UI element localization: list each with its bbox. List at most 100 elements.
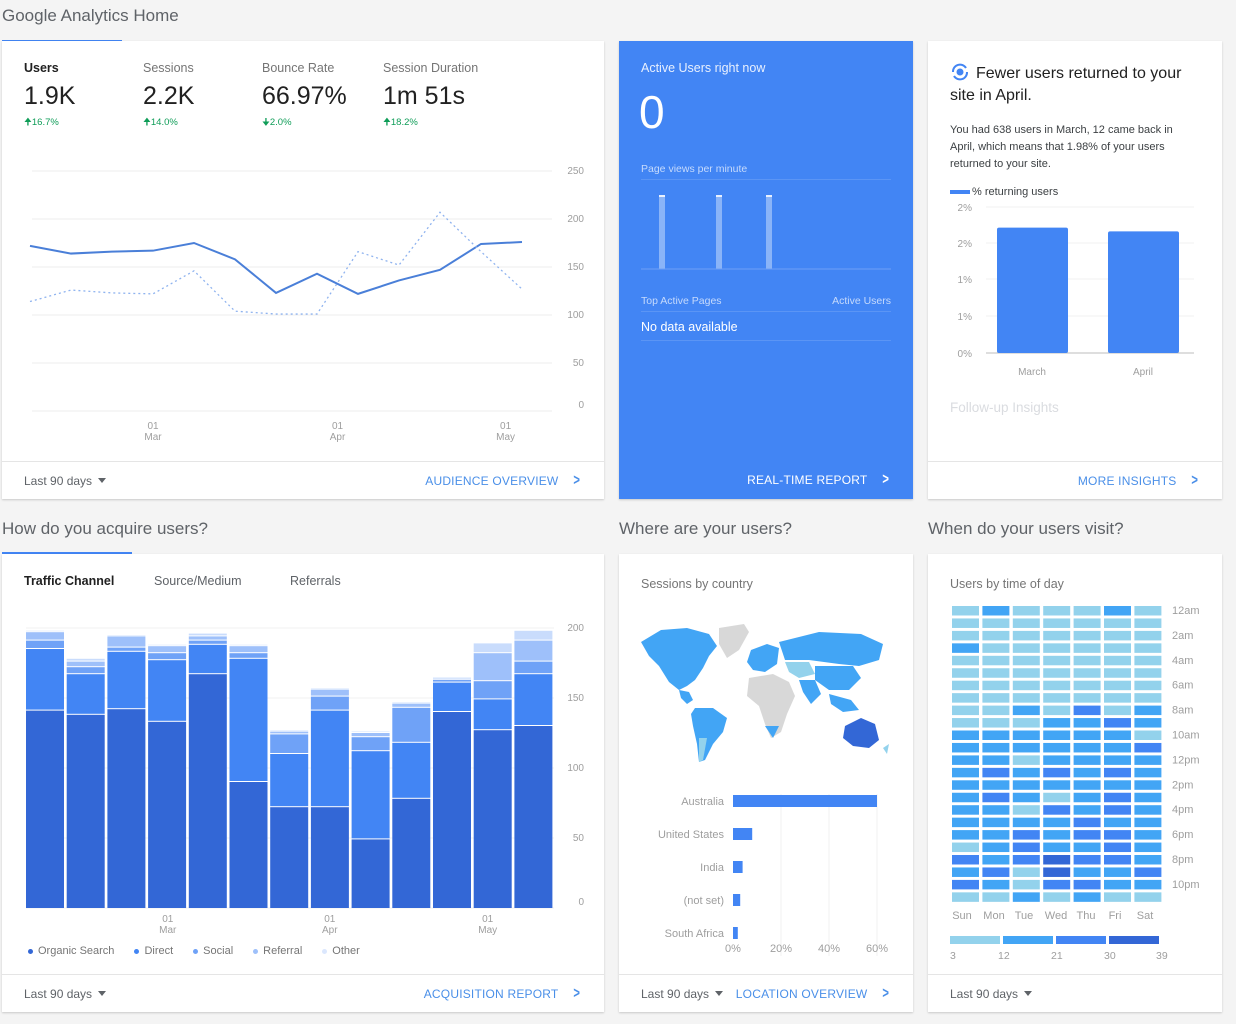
time-footer: Last 90 days bbox=[928, 974, 1222, 1012]
bar-segment-direct bbox=[473, 699, 512, 730]
heatmap-cell bbox=[1104, 755, 1131, 765]
heatmap-cell bbox=[952, 830, 979, 840]
scale-swatch bbox=[1003, 936, 1053, 944]
metric-users[interactable]: Users 1.9K 🠉16.7% bbox=[24, 61, 75, 131]
heatmap-cell bbox=[1012, 755, 1040, 765]
y-tick-label: 0 bbox=[578, 897, 584, 908]
heatmap-cell bbox=[1043, 606, 1071, 616]
hour-label: 12pm bbox=[1172, 754, 1200, 766]
heatmap-cell bbox=[1073, 792, 1101, 803]
heatmap-cell bbox=[1043, 618, 1071, 628]
bar-segment-organic-search bbox=[66, 714, 105, 908]
bar-segment-referral bbox=[188, 636, 227, 640]
heatmap-cell bbox=[1073, 643, 1101, 653]
heatmap-cell bbox=[982, 817, 1010, 828]
bar-segment-other bbox=[473, 643, 512, 653]
location-overview-link[interactable]: LOCATION OVERVIEW > bbox=[736, 985, 891, 1003]
heatmap-cell bbox=[982, 767, 1010, 778]
heatmap-cell bbox=[1043, 742, 1071, 753]
heatmap-cell bbox=[1012, 705, 1040, 716]
x-tick-month: May bbox=[496, 432, 515, 443]
bar-segment-referral bbox=[392, 703, 431, 707]
acquisition-card: Traffic Channel Source/Medium Referrals … bbox=[2, 554, 604, 1012]
more-insights-link[interactable]: MORE INSIGHTS > bbox=[1078, 472, 1200, 490]
world-map[interactable] bbox=[639, 620, 895, 770]
heatmap-cell bbox=[1134, 630, 1162, 641]
current-period-line bbox=[29, 241, 523, 295]
bar-segment-organic-search bbox=[270, 807, 309, 908]
heatmap-cell bbox=[1012, 805, 1040, 815]
caret-down-icon bbox=[98, 991, 107, 996]
metric-bounce-rate[interactable]: Bounce Rate 66.97% 🠋2.0% bbox=[262, 61, 347, 131]
pageview-bar bbox=[766, 197, 772, 269]
tab-source-medium[interactable]: Source/Medium bbox=[154, 574, 242, 588]
heatmap-cell bbox=[1012, 630, 1040, 641]
heatmap-cell bbox=[982, 867, 1010, 877]
bar-segment-direct bbox=[229, 658, 268, 781]
y-tick-label: 2% bbox=[958, 239, 973, 250]
date-range-dropdown[interactable]: Last 90 days bbox=[24, 474, 107, 488]
bar-segment-referral bbox=[310, 689, 349, 696]
date-range-dropdown[interactable]: Last 90 days bbox=[24, 987, 107, 1001]
legend-item: Referral bbox=[253, 945, 302, 957]
arrow-up-icon: 🠉 bbox=[383, 117, 391, 128]
map-region-russia bbox=[779, 632, 883, 666]
map-region-southeast-asia bbox=[829, 694, 859, 712]
hour-label: 12am bbox=[1172, 605, 1200, 617]
acquisition-report-link[interactable]: ACQUISITION REPORT > bbox=[424, 985, 582, 1003]
realtime-report-link[interactable]: REAL-TIME REPORT > bbox=[747, 471, 891, 489]
country-label: United States bbox=[658, 829, 725, 841]
heatmap-cell bbox=[1134, 855, 1162, 865]
heatmap-cell bbox=[1043, 879, 1071, 890]
time-section-title: When do your users visit? bbox=[928, 519, 1124, 538]
date-range-dropdown[interactable]: Last 90 days bbox=[641, 987, 724, 1001]
heatmap-cell bbox=[1134, 780, 1162, 790]
heatmap-cell bbox=[1073, 742, 1101, 753]
tab-referrals[interactable]: Referrals bbox=[290, 574, 341, 588]
heatmap-cell bbox=[952, 892, 979, 902]
heatmap-cell bbox=[952, 879, 979, 890]
metric-session-duration[interactable]: Session Duration 1m 51s 🠉18.2% bbox=[383, 61, 478, 131]
heatmap-cell bbox=[982, 755, 1010, 765]
heatmap-cell bbox=[982, 730, 1010, 740]
chevron-right-icon: > bbox=[573, 471, 581, 489]
heatmap-scale bbox=[950, 936, 1159, 944]
date-range-dropdown[interactable]: Last 90 days bbox=[950, 987, 1033, 1001]
heatmap-cell bbox=[952, 767, 979, 778]
audience-footer: Last 90 days AUDIENCE OVERVIEW > bbox=[2, 461, 604, 499]
heatmap-cell bbox=[1073, 780, 1101, 790]
bar-segment-social bbox=[310, 696, 349, 710]
bar-segment-organic-search bbox=[188, 674, 227, 908]
heatmap-cell bbox=[1134, 693, 1162, 703]
legend-swatch bbox=[950, 190, 970, 194]
bar-segment-social bbox=[514, 661, 553, 674]
audience-overview-link[interactable]: AUDIENCE OVERVIEW > bbox=[425, 472, 582, 490]
heatmap-cell bbox=[1134, 606, 1162, 616]
heatmap-cell bbox=[952, 655, 979, 666]
chevron-right-icon: > bbox=[882, 984, 890, 1002]
heatmap-cell bbox=[1043, 892, 1071, 902]
scale-label: 12 bbox=[998, 950, 1010, 962]
bar-segment-other bbox=[514, 630, 553, 640]
realtime-card: Active Users right now 0 Page views per … bbox=[619, 41, 913, 499]
hour-label: 6am bbox=[1172, 680, 1193, 692]
caret-down-icon bbox=[1024, 991, 1033, 996]
y-tick-label: 0% bbox=[958, 349, 973, 360]
tab-traffic-channel[interactable]: Traffic Channel bbox=[24, 574, 114, 588]
hour-label: 6pm bbox=[1172, 829, 1193, 841]
heatmap-cell bbox=[1043, 817, 1071, 828]
heatmap-cell bbox=[1073, 817, 1101, 828]
divider bbox=[641, 179, 891, 180]
page-title: Google Analytics Home bbox=[2, 6, 179, 25]
bar-segment-direct bbox=[392, 742, 431, 798]
heatmap-cell bbox=[1012, 680, 1040, 691]
bar-segment-social bbox=[392, 707, 431, 742]
pageviews-chart bbox=[641, 195, 891, 270]
metric-sessions[interactable]: Sessions 2.2K 🠉14.0% bbox=[143, 61, 194, 131]
heatmap-cell bbox=[1104, 780, 1131, 790]
heatmap-cell bbox=[952, 718, 979, 728]
heatmap-cell bbox=[1012, 718, 1040, 728]
bar-segment-referral bbox=[66, 661, 105, 667]
bar-segment-social bbox=[66, 667, 105, 674]
insight-footer: MORE INSIGHTS > bbox=[928, 461, 1222, 499]
